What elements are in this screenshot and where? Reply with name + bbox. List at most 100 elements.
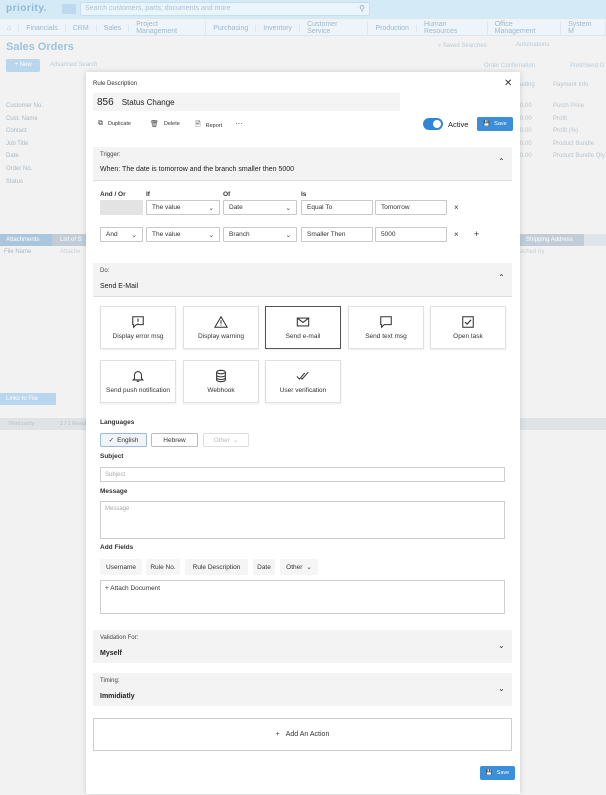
do-section[interactable]: Do: Send E-Mail ⌃ (93, 263, 512, 296)
timing-section[interactable]: Timing: Immidiatly ⌄ (93, 673, 512, 706)
nav-item-human-resources[interactable]: Human Resources (417, 21, 488, 35)
header-if: If (146, 191, 150, 198)
action-send-push[interactable]: Send push notification (100, 360, 176, 403)
nav-item-financials[interactable]: Financials (19, 24, 66, 32)
tab-shipping-address[interactable]: Shipping Address (520, 234, 584, 246)
nav-item-sales[interactable]: Sales (97, 24, 130, 32)
and-or-select[interactable]: And ⌄ (100, 227, 143, 242)
nav-item-system[interactable]: System M (561, 21, 606, 35)
action-display-error[interactable]: Display error msg (100, 306, 176, 349)
warning-icon (214, 315, 228, 328)
report-button[interactable]: 🗎 Report (195, 120, 222, 131)
rule-number: 856 (97, 96, 114, 108)
global-search-input[interactable]: Search customers, parts, documents and m… (80, 2, 370, 16)
is-operator-field[interactable]: Smaller Then (301, 227, 373, 242)
chevron-up-icon[interactable]: ⌃ (498, 157, 505, 166)
apps-icon[interactable] (62, 4, 76, 14)
delete-button[interactable]: 🗑 Delete (150, 120, 180, 128)
nav-item-purchasing[interactable]: Purchasing (206, 24, 257, 32)
tab-attachments[interactable]: Attachments (0, 234, 52, 246)
message-alert-icon (132, 316, 144, 329)
action-open-task[interactable]: Open task (430, 306, 506, 349)
field-tag-username[interactable]: Username (100, 559, 142, 575)
and-or-select-disabled (100, 200, 143, 215)
new-button[interactable]: + New (6, 59, 40, 72)
links-to-file-button[interactable]: Links to File (0, 393, 56, 405)
nav-item-crm[interactable]: CRM (66, 24, 97, 32)
field-label: Job Title (6, 140, 29, 147)
chevron-down-icon[interactable]: ⌄ (498, 684, 505, 693)
action-user-verification[interactable]: User verification (265, 360, 341, 403)
rule-modal: Rule Description ✕ 856 Status Change ⧉ Du… (86, 72, 520, 794)
add-condition-icon[interactable]: + (474, 229, 479, 239)
nav-item-customer-service[interactable]: Customer Service (300, 21, 369, 35)
trash-icon: 🗑 (150, 121, 159, 128)
field-tag-rule-description[interactable]: Rule Description (185, 559, 248, 575)
of-select[interactable]: Branch ⌄ (223, 227, 297, 242)
order-form-labels: Customer No. Cust. Name Contact Job Titl… (6, 100, 43, 188)
if-select[interactable]: The value ⌄ (146, 227, 220, 242)
chevron-down-icon: ⌄ (232, 437, 239, 444)
chevron-down-icon: ⌄ (208, 231, 214, 239)
field-tag-other-select[interactable]: Other ⌄ (280, 559, 318, 575)
validation-label: Validation For: (100, 635, 139, 641)
document-icon: 🗎 (195, 121, 201, 128)
search-icon[interactable]: ⚲ (359, 4, 365, 13)
saved-searches-link[interactable]: ▿ Saved Searches (438, 42, 487, 49)
attach-document-box[interactable]: + Attach Document (100, 580, 505, 614)
chevron-up-icon[interactable]: ⌃ (498, 273, 505, 282)
double-check-icon (296, 371, 309, 380)
add-fields-label: Add Fields (100, 544, 134, 551)
language-hebrew[interactable]: Hebrew (151, 433, 198, 447)
if-select[interactable]: The value ⌄ (146, 200, 220, 215)
nav-item-office-management[interactable]: Office Management (488, 21, 562, 35)
condition-value-field[interactable]: Tomorrow (375, 200, 447, 215)
more-icon[interactable]: ··· (235, 119, 243, 128)
header-is: Is (301, 191, 307, 198)
rule-name[interactable]: Status Change (122, 98, 175, 107)
nav-home-icon[interactable]: ⌂ (0, 24, 20, 32)
action-display-warning[interactable]: Display warning (183, 306, 259, 349)
print-send-link[interactable]: Print/Send O (570, 63, 604, 69)
action-webhook[interactable]: Webhook (183, 360, 259, 403)
close-icon[interactable]: ✕ (504, 78, 512, 89)
field-label: Contact (6, 128, 27, 135)
field-tag-date[interactable]: Date (253, 559, 275, 575)
divider (93, 296, 512, 297)
checkmark-icon: ✓ (108, 437, 115, 444)
trigger-value: When: The date is tomorrow and the branc… (100, 166, 295, 173)
condition-value-field[interactable]: 5000 (375, 227, 447, 242)
save-button-bottom[interactable]: 💾 Save (480, 766, 515, 780)
add-action-button[interactable]: + Add An Action (93, 718, 512, 751)
col-attached-by: ached by (520, 249, 545, 255)
right-header-2: Payment Info (553, 82, 589, 88)
subject-input[interactable]: Subject (100, 467, 505, 482)
is-operator-field[interactable]: Equal To (301, 200, 373, 215)
nav-item-production[interactable]: Production (368, 24, 417, 32)
active-toggle[interactable] (423, 118, 443, 130)
col-attached: Attache (60, 249, 81, 255)
save-button-top[interactable]: 💾 Save (477, 117, 513, 131)
duplicate-button[interactable]: ⧉ Duplicate (98, 120, 131, 128)
language-english[interactable]: ✓ English (100, 433, 147, 447)
action-send-email[interactable]: Send e-mail (265, 306, 341, 349)
trigger-section[interactable]: Trigger: When: The date is tomorrow and … (93, 147, 512, 180)
chevron-down-icon[interactable]: ⌄ (498, 641, 505, 650)
nav-item-project-management[interactable]: Project Management (129, 21, 207, 35)
remove-condition-icon[interactable]: × (454, 203, 459, 212)
app-logo[interactable]: priority. (6, 3, 47, 14)
advanced-search-link[interactable]: Advanced Search (50, 62, 97, 68)
field-tag-rule-no[interactable]: Rule No. (146, 559, 180, 575)
chevron-down-icon: ⌄ (285, 204, 291, 212)
remove-condition-icon[interactable]: × (454, 230, 459, 239)
validation-section[interactable]: Validation For: Myself ⌄ (93, 630, 512, 663)
of-select[interactable]: Date ⌄ (223, 200, 297, 215)
language-other-select[interactable]: Other ⌄ (203, 433, 249, 447)
automations-link[interactable]: Automations (516, 42, 549, 48)
database-icon (216, 369, 226, 383)
timing-label: Timing: (100, 678, 120, 684)
action-send-text[interactable]: Send text msg (348, 306, 424, 349)
nav-item-inventory[interactable]: Inventory (256, 24, 301, 32)
order-confirmation-link[interactable]: Order Confirmation (484, 63, 535, 69)
message-textarea[interactable]: Message (100, 501, 505, 539)
